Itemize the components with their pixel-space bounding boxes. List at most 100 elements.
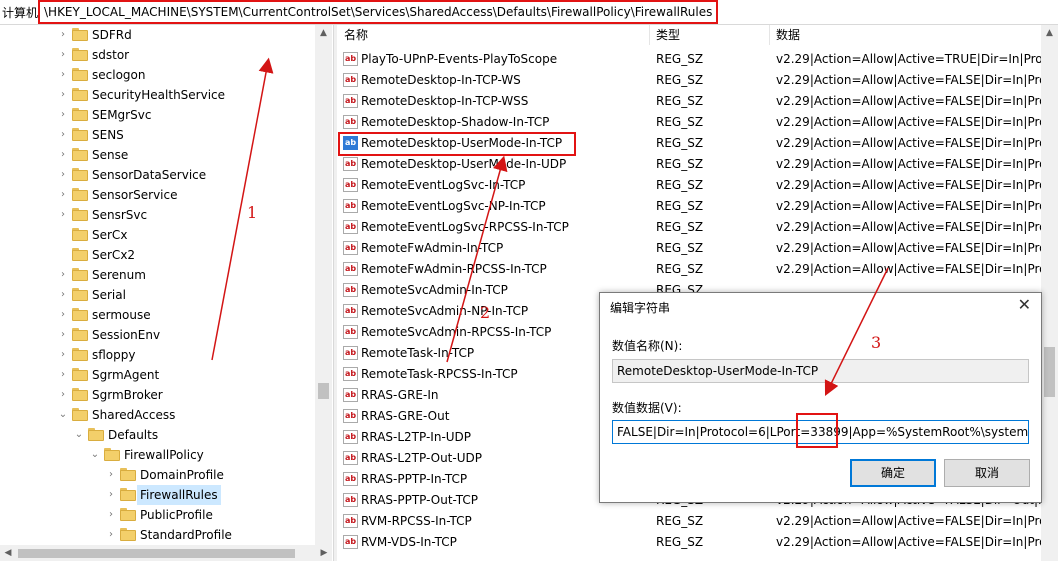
chevron-right-icon[interactable]: › bbox=[58, 45, 68, 65]
tree-item[interactable]: › sdstor bbox=[0, 45, 315, 65]
list-vertical-scrollbar[interactable]: ▲ bbox=[1041, 25, 1058, 561]
string-value-icon: ab bbox=[343, 304, 358, 318]
tree-item[interactable]: ⌄ SharedAccess bbox=[0, 405, 315, 425]
chevron-right-icon[interactable]: › bbox=[58, 165, 68, 185]
tree-item[interactable]: › SEMgrSvc bbox=[0, 105, 315, 125]
chevron-right-icon[interactable]: › bbox=[58, 365, 68, 385]
edit-string-dialog[interactable]: 编辑字符串 ✕ 数值名称(N): RemoteDesktop-UserMode-… bbox=[599, 292, 1042, 503]
chevron-right-icon[interactable]: › bbox=[58, 305, 68, 325]
tree-item[interactable]: › SENS bbox=[0, 125, 315, 145]
list-row[interactable]: ab PlayTo-UPnP-Events-PlayToScope REG_SZ v2… bbox=[337, 49, 1058, 70]
chevron-right-icon[interactable]: › bbox=[58, 25, 68, 45]
scrollbar-thumb[interactable] bbox=[18, 549, 295, 558]
value-data: v2.29|Action=Allow|Active=FALSE|Dir=In|P… bbox=[776, 262, 1058, 276]
tree-item[interactable]: › FirewallRules bbox=[0, 485, 315, 505]
chevron-right-icon[interactable]: › bbox=[58, 65, 68, 85]
chevron-right-icon[interactable]: › bbox=[58, 325, 68, 345]
tree-item[interactable]: › Sense bbox=[0, 145, 315, 165]
tree-vertical-scrollbar[interactable]: ▲ bbox=[315, 25, 332, 545]
tree-item[interactable]: › StandardProfile bbox=[0, 525, 315, 545]
list-row[interactable]: ab RVM-RPCSS-In-TCP REG_SZ v2.29|Action=All… bbox=[337, 511, 1058, 532]
tree-item[interactable]: ⌄ Defaults bbox=[0, 425, 315, 445]
column-divider[interactable] bbox=[769, 25, 770, 45]
scroll-right-icon[interactable]: ▶ bbox=[316, 545, 332, 561]
scrollbar-thumb[interactable] bbox=[1044, 347, 1055, 397]
tree-item[interactable]: › Serenum bbox=[0, 265, 315, 285]
list-row[interactable]: ab RemoteDesktop-UserMode-In-UDP REG_SZ v2.… bbox=[337, 154, 1058, 175]
scrollbar-thumb[interactable] bbox=[318, 383, 329, 399]
column-divider[interactable] bbox=[649, 25, 650, 45]
folder-icon bbox=[72, 68, 88, 81]
tree-item[interactable]: SerCx bbox=[0, 225, 315, 245]
registry-tree[interactable]: › SDFRd › sdstor › seclogon › SecurityHealthSer… bbox=[0, 25, 332, 545]
tree-item[interactable]: › DomainProfile bbox=[0, 465, 315, 485]
dialog-title: 编辑字符串 bbox=[610, 301, 671, 315]
tree-item[interactable]: › SessionEnv bbox=[0, 325, 315, 345]
tree-item[interactable]: › SgrmAgent bbox=[0, 365, 315, 385]
folder-icon bbox=[72, 348, 88, 361]
chevron-right-icon[interactable]: › bbox=[58, 105, 68, 125]
cancel-button[interactable]: 取消 bbox=[944, 459, 1030, 487]
tree-item[interactable]: › seclogon bbox=[0, 65, 315, 85]
tree-item[interactable]: › sfloppy bbox=[0, 345, 315, 365]
chevron-right-icon[interactable]: › bbox=[58, 205, 68, 225]
value-name: RemoteEventLogSvc-NP-In-TCP bbox=[361, 199, 546, 213]
tree-item[interactable]: › SensorDataService bbox=[0, 165, 315, 185]
chevron-right-icon[interactable]: › bbox=[106, 485, 116, 505]
address-path[interactable]: \HKEY_LOCAL_MACHINE\SYSTEM\CurrentContro… bbox=[38, 0, 719, 24]
tree-item-label: SessionEnv bbox=[92, 328, 161, 342]
value-name-field[interactable]: RemoteDesktop-UserMode-In-TCP bbox=[612, 359, 1029, 383]
chevron-right-icon[interactable]: › bbox=[58, 145, 68, 165]
tree-item[interactable]: › Serial bbox=[0, 285, 315, 305]
chevron-right-icon[interactable]: › bbox=[106, 505, 116, 525]
chevron-right-icon[interactable]: › bbox=[58, 185, 68, 205]
tree-item[interactable]: SerCx2 bbox=[0, 245, 315, 265]
string-value-icon: ab bbox=[343, 157, 358, 171]
tree-item[interactable]: › PublicProfile bbox=[0, 505, 315, 525]
tree-item[interactable]: › SgrmBroker bbox=[0, 385, 315, 405]
string-value-icon: ab bbox=[343, 346, 358, 360]
list-row[interactable]: ab RemoteEventLogSvc-In-TCP REG_SZ v2.29|Ac… bbox=[337, 175, 1058, 196]
folder-icon bbox=[72, 48, 88, 61]
value-type: REG_SZ bbox=[656, 73, 704, 87]
chevron-right-icon[interactable]: › bbox=[58, 85, 68, 105]
chevron-right-icon[interactable]: › bbox=[58, 285, 68, 305]
chevron-right-icon[interactable]: › bbox=[106, 525, 116, 545]
chevron-right-icon[interactable]: › bbox=[58, 265, 68, 285]
list-row[interactable]: ab RVM-VDS-In-TCP REG_SZ v2.29|Action=Allow… bbox=[337, 532, 1058, 553]
chevron-right-icon[interactable]: › bbox=[58, 385, 68, 405]
tree-item-label: SerCx bbox=[92, 228, 128, 242]
scroll-left-icon[interactable]: ◀ bbox=[0, 545, 16, 561]
list-row[interactable]: ab RemoteDesktop-In-TCP-WSS REG_SZ v2.29|Ac… bbox=[337, 91, 1058, 112]
tree-item[interactable]: › SecurityHealthService bbox=[0, 85, 315, 105]
chevron-right-icon[interactable]: › bbox=[106, 465, 116, 485]
chevron-down-icon[interactable]: ⌄ bbox=[58, 405, 68, 425]
list-row[interactable]: ab RemoteDesktop-In-TCP-WS REG_SZ v2.29|Act… bbox=[337, 70, 1058, 91]
ok-button[interactable]: 确定 bbox=[850, 459, 936, 487]
list-row[interactable]: ab RemoteEventLogSvc-RPCSS-In-TCP REG_SZ v2… bbox=[337, 217, 1058, 238]
list-row[interactable]: ab RemoteEventLogSvc-NP-In-TCP REG_SZ v2.29… bbox=[337, 196, 1058, 217]
column-header-name[interactable]: 名称 bbox=[344, 25, 368, 45]
scroll-up-icon[interactable]: ▲ bbox=[1041, 25, 1058, 42]
column-header-data[interactable]: 数据 bbox=[776, 25, 800, 45]
close-icon[interactable]: ✕ bbox=[1018, 295, 1031, 314]
list-row[interactable]: ab RemoteFwAdmin-RPCSS-In-TCP REG_SZ v2.29|… bbox=[337, 259, 1058, 280]
tree-item[interactable]: › SDFRd bbox=[0, 25, 315, 45]
list-row[interactable]: ab RemoteDesktop-Shadow-In-TCP REG_SZ v2.29… bbox=[337, 112, 1058, 133]
column-header-type[interactable]: 类型 bbox=[656, 25, 680, 45]
tree-item[interactable]: › SensrSvc bbox=[0, 205, 315, 225]
value-data: v2.29|Action=Allow|Active=FALSE|Dir=In|P… bbox=[776, 241, 1058, 255]
tree-horizontal-scrollbar[interactable]: ◀ ▶ bbox=[0, 545, 332, 561]
list-row[interactable]: ab RemoteFwAdmin-In-TCP REG_SZ v2.29|Action… bbox=[337, 238, 1058, 259]
value-name: RRAS-L2TP-In-UDP bbox=[361, 430, 472, 444]
address-bar[interactable]: 计算机 \HKEY_LOCAL_MACHINE\SYSTEM\CurrentCo… bbox=[0, 0, 1058, 25]
tree-item-label: SgrmBroker bbox=[92, 388, 163, 402]
chevron-down-icon[interactable]: ⌄ bbox=[90, 445, 100, 465]
tree-item[interactable]: ⌄ FirewallPolicy bbox=[0, 445, 315, 465]
tree-item[interactable]: › sermouse bbox=[0, 305, 315, 325]
tree-item[interactable]: › SensorService bbox=[0, 185, 315, 205]
chevron-down-icon[interactable]: ⌄ bbox=[74, 425, 84, 445]
chevron-right-icon[interactable]: › bbox=[58, 125, 68, 145]
chevron-right-icon[interactable]: › bbox=[58, 345, 68, 365]
scroll-up-icon[interactable]: ▲ bbox=[315, 25, 332, 42]
